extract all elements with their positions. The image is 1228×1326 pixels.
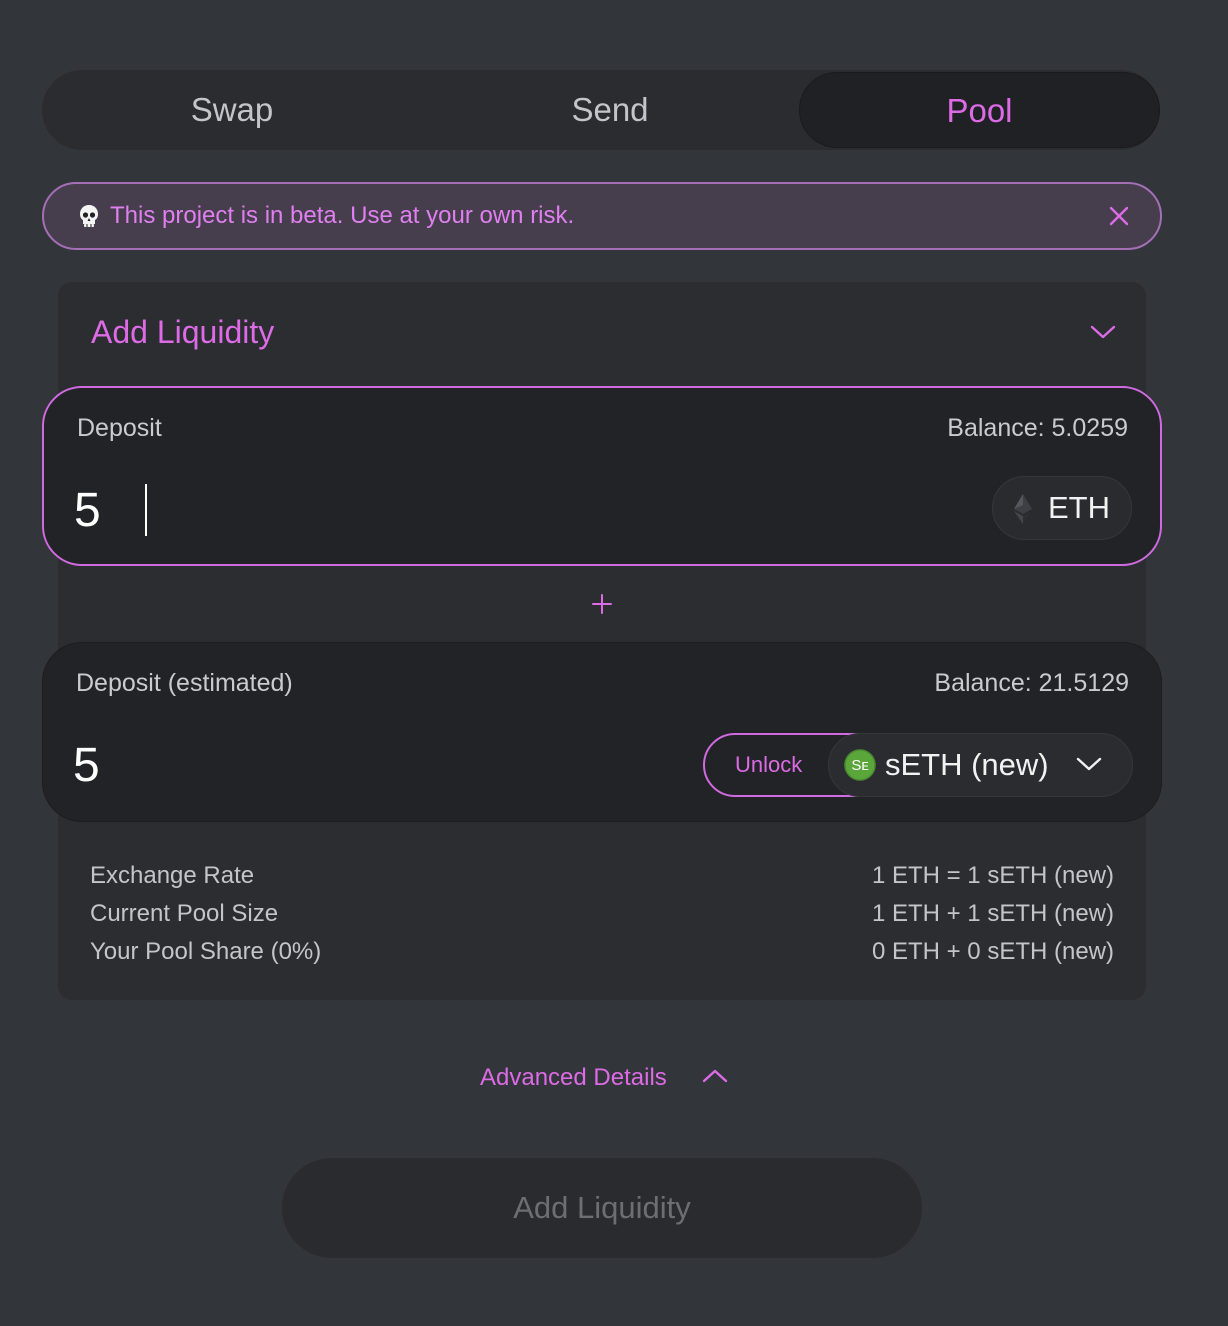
chevron-up-icon[interactable] <box>702 1068 728 1089</box>
plus-icon <box>590 592 614 621</box>
stat-exchange-rate: Exchange Rate 1 ETH = 1 sETH (new) <box>90 862 1114 900</box>
stat-label: Exchange Rate <box>90 862 255 889</box>
stat-label: Current Pool Size <box>90 900 279 927</box>
deposit-estimated-amount-input[interactable] <box>73 735 673 795</box>
svg-text:Sᴇ: Sᴇ <box>851 757 868 774</box>
close-icon[interactable] <box>1108 205 1130 232</box>
deposit-amount-input[interactable] <box>74 480 674 540</box>
text-cursor <box>145 484 147 536</box>
token-select-seth[interactable]: Sᴇ sETH (new) <box>828 733 1133 797</box>
tab-pool[interactable]: Pool <box>799 72 1160 148</box>
chevron-down-icon <box>1076 756 1102 777</box>
skull-icon <box>78 204 100 233</box>
nav-tabs: Swap Send Pool <box>42 70 1160 150</box>
stat-pool-share: Your Pool Share (0%) 0 ETH + 0 sETH (new… <box>90 938 1114 976</box>
deposit-estimated-card: Deposit (estimated) Balance: 21.5129 Unl… <box>42 642 1162 822</box>
tab-send[interactable]: Send <box>422 70 798 150</box>
deposit-card: Deposit Balance: 5.0259 ETH <box>42 386 1162 566</box>
ethereum-icon <box>1013 493 1033 530</box>
token-symbol: ETH <box>1048 490 1110 525</box>
token-symbol: sETH (new) <box>885 747 1049 782</box>
stat-value: 1 ETH = 1 sETH (new) <box>871 862 1114 889</box>
deposit-estimated-balance: Balance: 21.5129 <box>934 669 1129 697</box>
banner-message: This project is in beta. Use at your own… <box>110 202 575 229</box>
token-select-eth[interactable]: ETH <box>992 476 1132 540</box>
beta-warning-banner: This project is in beta. Use at your own… <box>42 182 1162 250</box>
add-liquidity-button[interactable]: Add Liquidity <box>282 1158 922 1258</box>
deposit-estimated-label: Deposit (estimated) <box>76 669 293 697</box>
seth-token-icon: Sᴇ <box>844 749 876 786</box>
stat-pool-size: Current Pool Size 1 ETH + 1 sETH (new) <box>90 900 1114 938</box>
stat-label: Your Pool Share (0%) <box>90 938 322 965</box>
pool-stats: Exchange Rate 1 ETH = 1 sETH (new) Curre… <box>90 862 1114 976</box>
panel-title: Add Liquidity <box>91 314 275 350</box>
unlock-token-group: Unlock Sᴇ sETH (new) <box>703 733 1133 797</box>
chevron-down-icon[interactable] <box>1090 324 1116 345</box>
stat-value: 0 ETH + 0 sETH (new) <box>871 938 1114 965</box>
deposit-balance: Balance: 5.0259 <box>947 414 1128 442</box>
advanced-details-toggle[interactable]: Advanced Details <box>480 1064 667 1092</box>
tab-swap[interactable]: Swap <box>42 70 422 150</box>
deposit-label: Deposit <box>77 414 162 442</box>
stat-value: 1 ETH + 1 sETH (new) <box>871 900 1114 927</box>
page: Swap Send Pool This project is in beta. … <box>0 0 1228 1326</box>
